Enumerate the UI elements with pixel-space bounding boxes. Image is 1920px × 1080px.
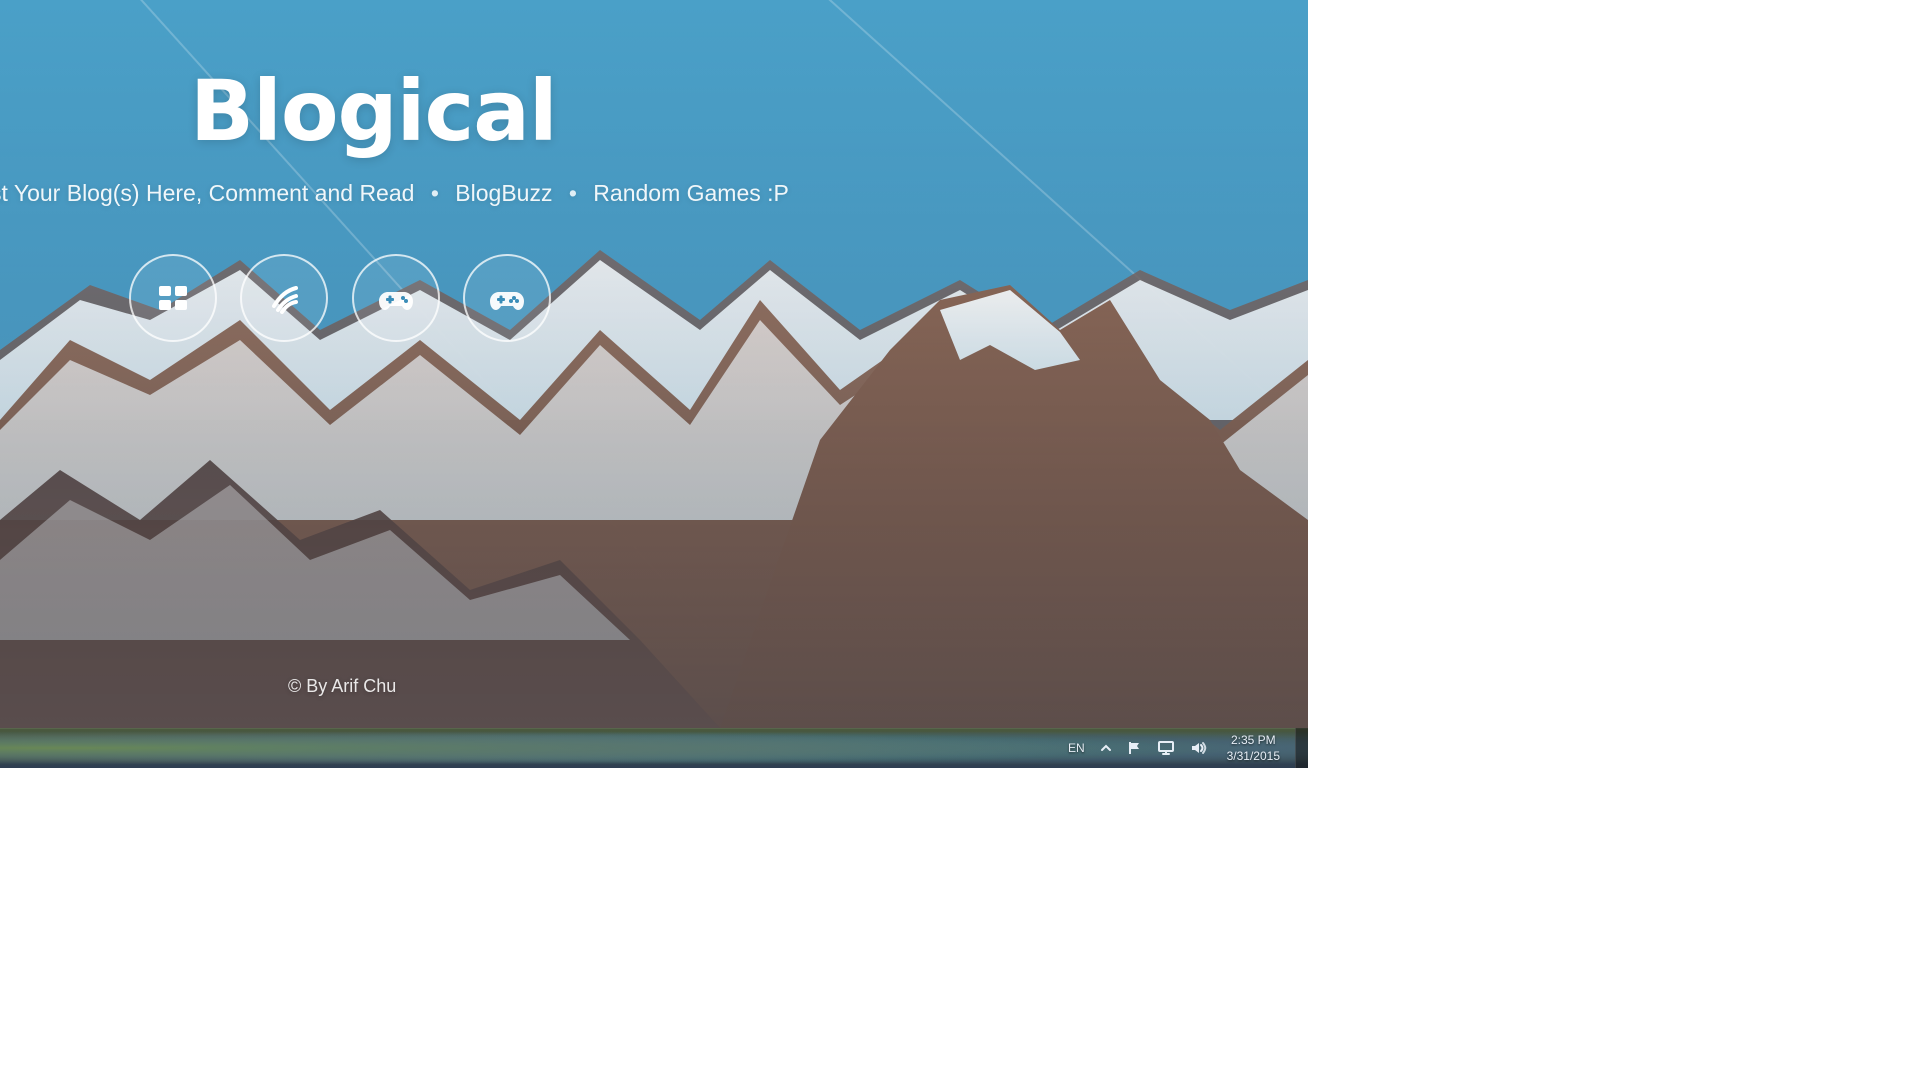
show-hidden-icons-button[interactable]: [1099, 741, 1113, 755]
system-tray: EN 2:35 PM 3/31/2015: [1068, 728, 1290, 768]
circle-button-gamepad-2[interactable]: [463, 254, 551, 342]
gamepad-2-icon: [490, 292, 524, 310]
volume-button[interactable]: [1189, 740, 1207, 756]
language-indicator[interactable]: EN: [1068, 741, 1085, 755]
taskbar: EN 2:35 PM 3/31/2015: [0, 728, 1308, 768]
circle-button-gamepad[interactable]: [352, 254, 440, 342]
windows-tiles-icon: [159, 286, 187, 310]
network-button[interactable]: [1157, 740, 1175, 756]
flag-icon: [1128, 742, 1139, 754]
subtitle-links: st Your Blog(s) Here, Comment and Read •…: [0, 180, 810, 207]
gamepad-icon: [379, 292, 413, 310]
page-title: Blogical: [190, 62, 558, 160]
chevron-up-icon: [1100, 744, 1111, 751]
clock[interactable]: 2:35 PM 3/31/2015: [1227, 732, 1280, 764]
volume-icon: [1191, 742, 1206, 754]
clock-time: 2:35 PM: [1230, 733, 1276, 747]
subtitle-link-post[interactable]: st Your Blog(s) Here, Comment and Read: [0, 180, 414, 206]
subtitle-separator: •: [568, 180, 577, 206]
buzz-waves-icon: [272, 286, 298, 314]
circle-button-buzz[interactable]: [240, 254, 328, 342]
copyright-text: © By Arif Chu: [288, 676, 397, 696]
hero-background: Blogical st Your Blog(s) Here, Comment a…: [0, 0, 1308, 728]
subtitle-link-random-games[interactable]: Random Games :P: [593, 180, 789, 206]
subtitle-link-blogbuzz[interactable]: BlogBuzz: [455, 180, 552, 206]
action-center-button[interactable]: [1127, 740, 1143, 756]
clock-date: 3/31/2015: [1226, 749, 1280, 763]
show-desktop-button[interactable]: [1295, 728, 1308, 768]
subtitle-separator: •: [430, 180, 439, 206]
network-icon: [1157, 741, 1174, 755]
screenshot-region: Blogical st Your Blog(s) Here, Comment a…: [0, 0, 1308, 768]
circle-button-windows[interactable]: [129, 254, 217, 342]
